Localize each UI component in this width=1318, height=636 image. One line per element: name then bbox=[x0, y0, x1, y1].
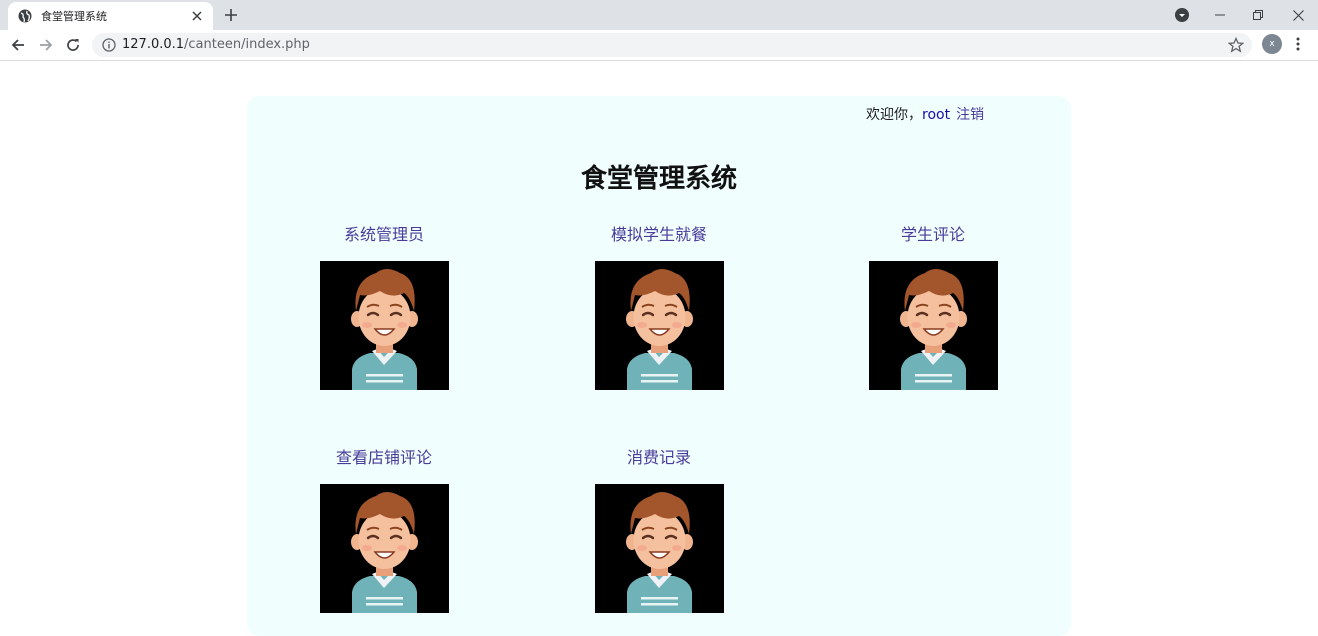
info-icon[interactable] bbox=[102, 38, 116, 52]
welcome-text: 欢迎你， bbox=[866, 107, 922, 123]
new-tab-icon[interactable] bbox=[222, 6, 240, 24]
avatar-image[interactable] bbox=[868, 261, 998, 390]
menu-card-simulate-dining: 模拟学生就餐 bbox=[559, 224, 759, 390]
address-bar[interactable]: 127.0.0.1/canteen/index.php bbox=[92, 33, 1252, 57]
url-text: 127.0.0.1/canteen/index.php bbox=[122, 37, 310, 52]
welcome-bar: 欢迎你，root 注销 bbox=[866, 104, 984, 124]
menu-card-shop-comments: 查看店铺评论 bbox=[284, 447, 484, 613]
menu-link-simulate-dining[interactable]: 模拟学生就餐 bbox=[559, 224, 759, 246]
username-link[interactable]: root bbox=[922, 107, 950, 123]
back-arrow-icon[interactable] bbox=[8, 35, 28, 55]
reload-icon[interactable] bbox=[63, 35, 83, 55]
page-title: 食堂管理系统 bbox=[580, 164, 737, 194]
menu-link-student-comments[interactable]: 学生评论 bbox=[833, 224, 1033, 246]
browser-tab[interactable]: 食堂管理系统 bbox=[8, 2, 213, 30]
avatar-image[interactable] bbox=[594, 484, 724, 613]
globe-icon bbox=[18, 9, 32, 23]
menu-card-admin: 系统管理员 bbox=[284, 224, 484, 390]
logout-link[interactable]: 注销 bbox=[956, 107, 984, 123]
menu-link-shop-comments[interactable]: 查看店铺评论 bbox=[284, 447, 484, 469]
browser-toolbar: 127.0.0.1/canteen/index.php bbox=[0, 30, 1318, 61]
profile-avatar[interactable]: x bbox=[1262, 34, 1282, 54]
avatar-image[interactable] bbox=[319, 484, 449, 613]
bookmark-star-icon[interactable] bbox=[1228, 37, 1244, 53]
url-host: 127.0.0.1 bbox=[122, 37, 185, 52]
forward-arrow-icon[interactable] bbox=[36, 35, 56, 55]
tab-title: 食堂管理系统 bbox=[41, 10, 107, 23]
menu-card-consumption-records: 消费记录 bbox=[559, 447, 759, 613]
more-menu-icon[interactable] bbox=[1290, 36, 1306, 52]
avatar-image[interactable] bbox=[594, 261, 724, 390]
tab-search-icon[interactable] bbox=[1170, 0, 1194, 30]
avatar-image[interactable] bbox=[319, 261, 449, 390]
close-window-icon[interactable] bbox=[1284, 0, 1312, 30]
menu-link-admin[interactable]: 系统管理员 bbox=[284, 224, 484, 246]
menu-card-student-comments: 学生评论 bbox=[833, 224, 1033, 390]
close-tab-icon[interactable] bbox=[189, 8, 205, 24]
restore-icon[interactable] bbox=[1244, 0, 1272, 30]
minimize-icon[interactable] bbox=[1206, 0, 1234, 30]
menu-link-consumption-records[interactable]: 消费记录 bbox=[559, 447, 759, 469]
url-path: /canteen/index.php bbox=[184, 37, 310, 52]
browser-tabstrip: 食堂管理系统 bbox=[0, 0, 1318, 30]
